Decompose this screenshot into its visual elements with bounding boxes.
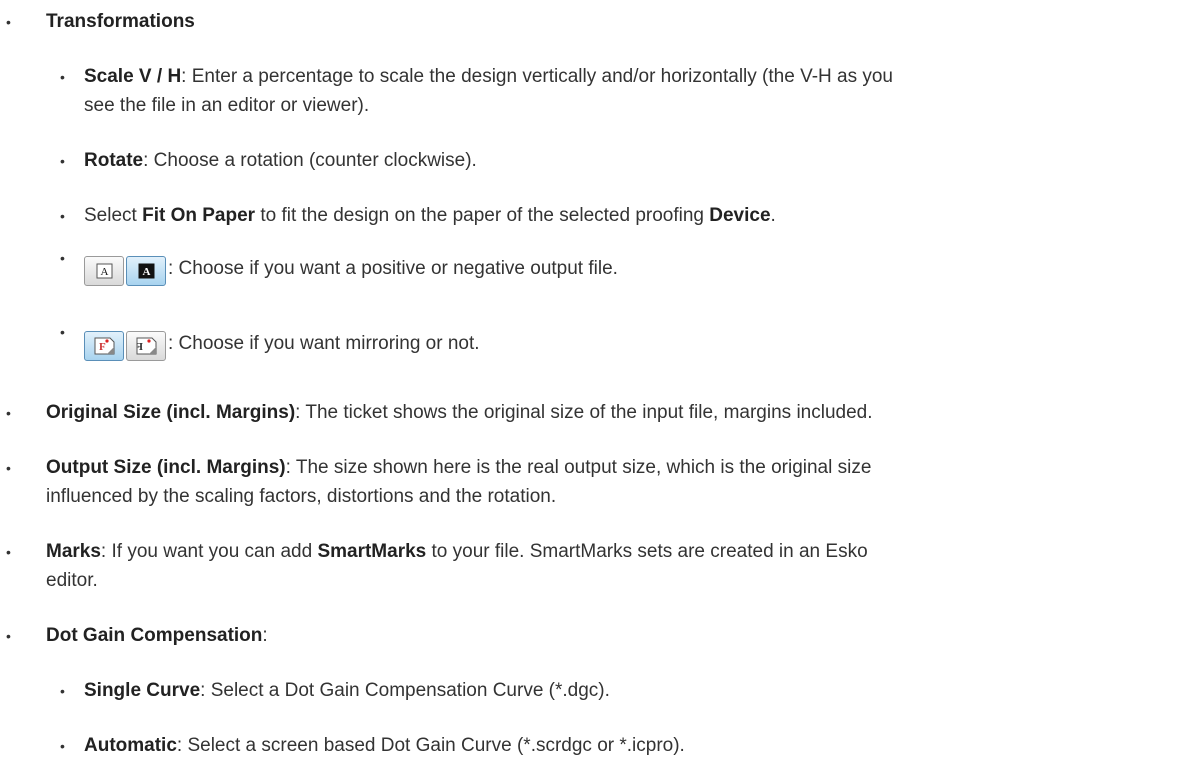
desc-output-size: : The size shown here is the real output…	[285, 457, 872, 478]
no-mirror-button[interactable]: F	[126, 331, 166, 361]
bullet: •	[60, 738, 65, 754]
bullet: •	[6, 405, 11, 421]
bullet: •	[60, 69, 65, 85]
bullet: •	[60, 250, 65, 266]
term-original-size: Original Size (incl. Margins)	[46, 402, 296, 423]
desc-fit-post: .	[770, 205, 776, 226]
list-item-scale-cont: see the file in an editor or viewer).	[84, 95, 370, 116]
desc-dot-gain: :	[262, 625, 268, 646]
svg-text:A: A	[143, 266, 151, 278]
list-item-output-size: Output Size (incl. Margins): The size sh…	[46, 453, 871, 483]
desc-original-size: : The ticket shows the original size of …	[295, 402, 873, 423]
term-dot-gain: Dot Gain Compensation	[46, 625, 263, 646]
no-mirror-icon: F	[136, 337, 157, 355]
list-item-rotate: Rotate: Choose a rotation (counter clock…	[84, 146, 477, 176]
svg-text:F: F	[136, 341, 143, 353]
negative-button[interactable]: A	[126, 256, 166, 286]
list-item-dot-gain: Dot Gain Compensation:	[46, 621, 268, 651]
desc-fit-mid: to fit the design on the paper of the se…	[255, 205, 710, 226]
negative-icon: A	[138, 263, 155, 279]
term-automatic: Automatic	[84, 735, 177, 756]
list-item-automatic: Automatic: Select a screen based Dot Gai…	[84, 731, 685, 761]
svg-text:F: F	[99, 341, 106, 353]
list-item-output-size-cont: influenced by the scaling factors, disto…	[46, 486, 557, 507]
bullet: •	[60, 208, 65, 224]
mirror-icon: F	[94, 337, 115, 355]
bullet: •	[6, 460, 11, 476]
heading-transformations: Transformations	[46, 11, 195, 32]
desc-single-curve: : Select a Dot Gain Compensation Curve (…	[200, 680, 610, 701]
list-item-mirroring: F F : Choose if you want mirroring or no…	[84, 327, 480, 361]
positive-icon: A	[96, 263, 113, 279]
term-smartmarks: SmartMarks	[317, 541, 427, 562]
desc-fit-pre: Select	[84, 205, 143, 226]
list-item-marks: Marks: If you want you can add SmartMark…	[46, 537, 868, 567]
bullet: •	[6, 14, 11, 30]
term-fit-on-paper: Fit On Paper	[142, 205, 256, 226]
term-marks: Marks	[46, 541, 101, 562]
list-item-transformations: Transformations	[46, 7, 195, 37]
list-item-fit-on-paper: Select Fit On Paper to fit the design on…	[84, 201, 776, 231]
desc-scale: : Enter a percentage to scale the design…	[181, 66, 894, 87]
term-rotate: Rotate	[84, 150, 144, 171]
term-device: Device	[709, 205, 771, 226]
mirror-toggle-group: F F	[84, 327, 168, 361]
document-page: • Transformations • Scale V / H: Enter a…	[0, 0, 1177, 762]
bullet: •	[60, 324, 65, 340]
list-item-original-size: Original Size (incl. Margins): The ticke…	[46, 398, 873, 428]
mirror-button[interactable]: F	[84, 331, 124, 361]
svg-text:A: A	[101, 266, 109, 278]
bullet: •	[60, 153, 65, 169]
positive-button[interactable]: A	[84, 256, 124, 286]
term-single-curve: Single Curve	[84, 680, 201, 701]
bullet: •	[6, 544, 11, 560]
list-item-scale: Scale V / H: Enter a percentage to scale…	[84, 62, 893, 92]
list-item-polarity: A A : Choose if you want a positive or n…	[84, 252, 618, 286]
desc-mirroring: : Choose if you want mirroring or not.	[168, 333, 480, 354]
desc-rotate: : Choose a rotation (counter clockwise).	[143, 150, 477, 171]
list-item-marks-cont: editor.	[46, 570, 98, 591]
desc-polarity: : Choose if you want a positive or negat…	[168, 258, 618, 279]
term-output-size: Output Size (incl. Margins)	[46, 457, 286, 478]
desc-marks: : If you want you can add	[100, 541, 318, 562]
list-item-single-curve: Single Curve: Select a Dot Gain Compensa…	[84, 676, 610, 706]
polarity-toggle-group: A A	[84, 252, 168, 286]
desc-automatic: : Select a screen based Dot Gain Curve (…	[176, 735, 685, 756]
bullet: •	[60, 683, 65, 699]
bullet: •	[6, 628, 11, 644]
term-scale: Scale V / H	[84, 66, 182, 87]
desc-marks-post: to your file. SmartMarks sets are create…	[426, 541, 868, 562]
